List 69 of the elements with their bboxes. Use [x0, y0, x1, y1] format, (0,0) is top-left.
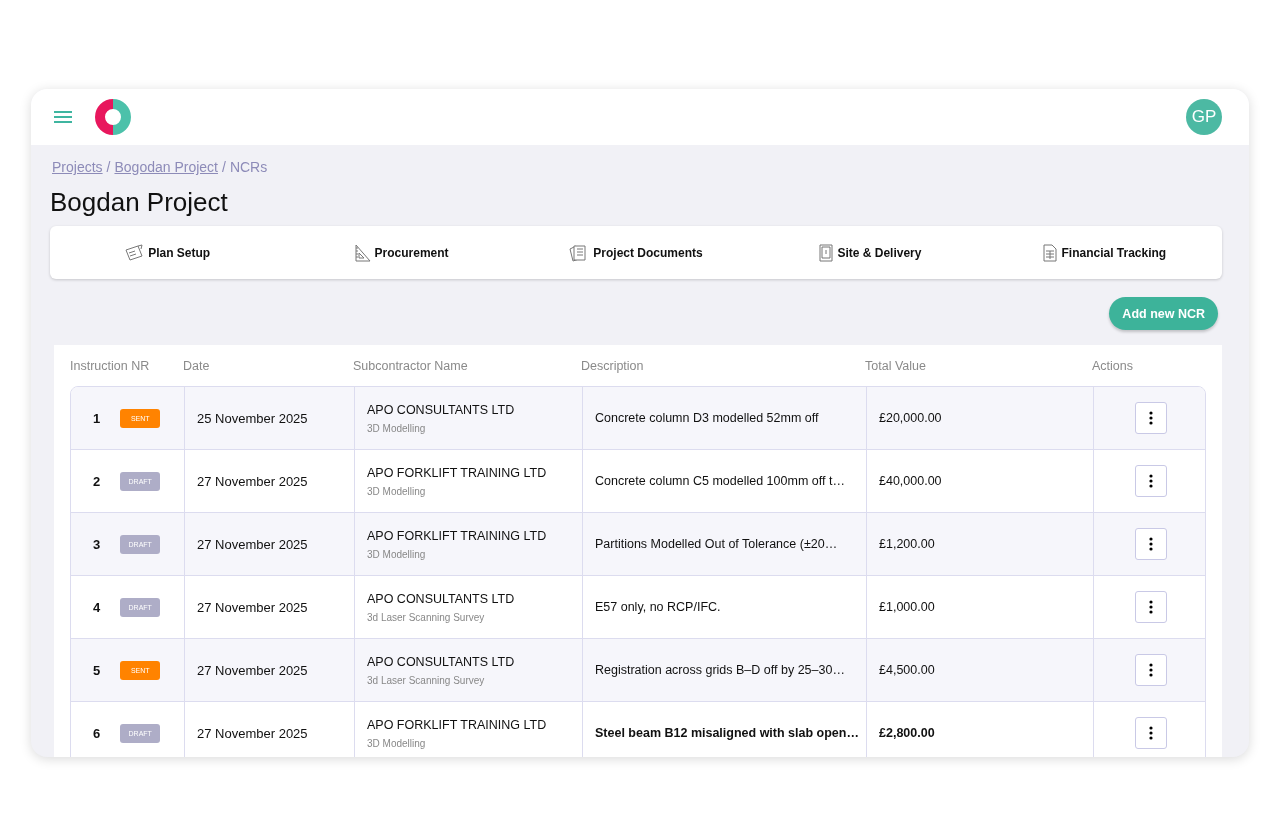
table-cell: 3 — [93, 536, 101, 552]
column-header: Actions — [1092, 358, 1134, 373]
table-cell: E57 only, no RCP/IFC. — [595, 600, 721, 614]
trade-label: 3d Laser Scanning Survey — [367, 674, 485, 686]
table-cell: £20,000.00 — [879, 411, 942, 425]
subcontractor-name: APO FORKLIFT TRAINING LTD — [367, 465, 547, 480]
table-cell: 5 — [93, 662, 101, 678]
more-vertical-icon — [1148, 726, 1153, 740]
breadcrumb-separator: / — [222, 159, 226, 175]
subcontractor-name: APO CONSULTANTS LTD — [367, 654, 515, 669]
section-nav-link[interactable]: Plan Setup — [50, 226, 285, 279]
more-vertical-icon — [1148, 411, 1153, 425]
trade-label: 3D Modelling — [367, 422, 426, 434]
table-cell: 27 November 2025 — [197, 599, 308, 615]
subcontractor-name: APO FORKLIFT TRAINING LTD — [367, 528, 547, 543]
table-cell: £2,800.00 — [879, 726, 935, 740]
table-cell: £4,500.00 — [879, 663, 935, 677]
table-cell: £1,200.00 — [879, 537, 935, 551]
table-cell: 27 November 2025 — [197, 662, 308, 678]
table-cell: £40,000.00 — [879, 474, 942, 488]
table-cell: £1,000.00 — [879, 600, 935, 614]
section-nav-link[interactable]: Procurement — [284, 226, 519, 279]
row-actions-button[interactable] — [1134, 528, 1167, 560]
table-cell: Steel beam B12 misaligned with slab open… — [595, 726, 859, 740]
table-cell: Registration across grids B–D off by 25–30… — [595, 663, 845, 677]
row-actions-button[interactable] — [1134, 591, 1167, 623]
column-header: Instruction NR — [70, 358, 151, 373]
trade-label: 3D Modelling — [367, 737, 426, 749]
section-nav-link[interactable]: Financial Tracking — [987, 226, 1223, 279]
column-header: Date — [183, 358, 211, 373]
table-cell: Concrete column D3 modelled 52mm off — [595, 411, 819, 425]
donut-logo-icon[interactable] — [95, 99, 131, 135]
more-vertical-icon — [1148, 537, 1153, 551]
breadcrumb-current: NCRs — [229, 159, 268, 175]
table-cell: 27 November 2025 — [197, 536, 308, 552]
breadcrumb-separator: / — [106, 159, 111, 175]
table-cell: 25 November 2025 — [197, 410, 308, 426]
column-header: Subcontractor Name — [353, 358, 469, 373]
table-cell: 4 — [93, 599, 101, 615]
subcontractor-name: APO CONSULTANTS LTD — [367, 591, 515, 606]
trade-label: 3D Modelling — [367, 548, 426, 560]
table-cell: 27 November 2025 — [197, 473, 308, 489]
page-title: Bogdan Project — [50, 187, 229, 218]
table-cell: Concrete column C5 modelled 100mm off t… — [595, 474, 845, 488]
menu-icon[interactable] — [54, 111, 72, 123]
table-cell: Partitions Modelled Out of Tolerance (±20… — [595, 537, 838, 551]
row-actions-button[interactable] — [1134, 654, 1167, 686]
more-vertical-icon — [1148, 600, 1153, 614]
table-cell: 2 — [93, 473, 101, 489]
door-icon — [819, 243, 834, 262]
row-actions-button[interactable] — [1134, 402, 1167, 434]
table-cell: 27 November 2025 — [197, 725, 308, 741]
more-vertical-icon — [1148, 663, 1153, 677]
more-vertical-icon — [1148, 474, 1153, 488]
row-actions-button[interactable] — [1134, 465, 1167, 497]
column-header: Description — [581, 358, 645, 373]
section-nav-link[interactable]: Site & Delivery — [753, 226, 988, 279]
section-nav-link[interactable]: Project Documents — [518, 226, 754, 279]
trade-label: 3D Modelling — [367, 485, 426, 497]
drafting-tools-icon — [124, 243, 145, 262]
subcontractor-name: APO CONSULTANTS LTD — [367, 402, 515, 417]
ruler-triangle-icon — [354, 243, 371, 262]
table-cell: 6 — [93, 725, 101, 741]
row-actions-button[interactable] — [1134, 717, 1167, 749]
spreadsheet-document-icon — [1043, 243, 1058, 262]
column-header: Total Value — [865, 358, 927, 373]
table-cell: 1 — [93, 410, 101, 426]
subcontractor-name: APO FORKLIFT TRAINING LTD — [367, 717, 547, 732]
trade-label: 3d Laser Scanning Survey — [367, 611, 485, 623]
